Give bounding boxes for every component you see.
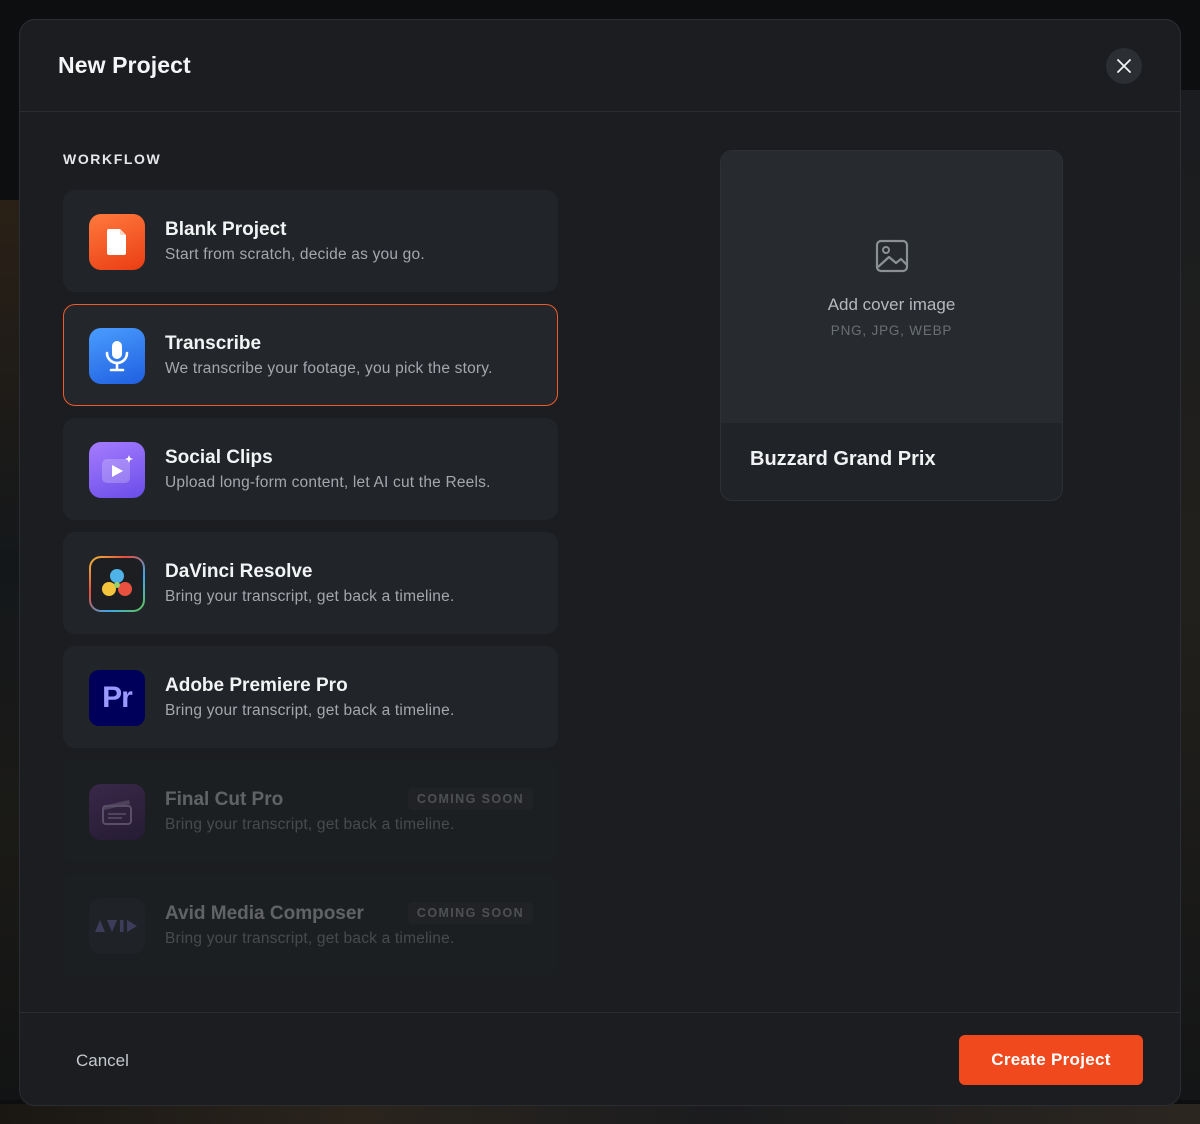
workflow-title: Social Clips [165, 447, 273, 468]
cancel-button[interactable]: Cancel [76, 1051, 129, 1071]
project-name[interactable]: Buzzard Grand Prix [750, 448, 936, 471]
image-icon [875, 239, 909, 273]
workflow-description: We transcribe your footage, you pick the… [165, 360, 493, 377]
workflow-title: Blank Project [165, 219, 287, 240]
new-project-modal: New Project WORKFLOW Blank Project Start… [19, 19, 1181, 1106]
workflow-title: Adobe Premiere Pro [165, 675, 348, 696]
cover-image-label: Add cover image [827, 295, 956, 314]
workflow-description: Bring your transcript, get back a timeli… [165, 816, 455, 833]
workflow-item-transcribe[interactable]: Transcribe We transcribe your footage, y… [63, 304, 558, 406]
modal-header: New Project [20, 20, 1180, 112]
workflow-item-premiere-pro[interactable]: Pr Adobe Premiere Pro Bring your transcr… [63, 646, 558, 748]
workflow-description: Start from scratch, decide as you go. [165, 246, 425, 263]
create-project-button[interactable]: Create Project [959, 1035, 1143, 1085]
workflow-list: Blank Project Start from scratch, decide… [63, 190, 558, 988]
modal-title: New Project [58, 52, 191, 78]
microphone-icon [89, 328, 145, 384]
coming-soon-badge: COMING SOON [407, 902, 533, 924]
davinci-resolve-icon [89, 556, 145, 612]
section-label: WORKFLOW [63, 151, 162, 167]
close-button[interactable] [1106, 48, 1142, 84]
play-sparkle-icon [89, 442, 145, 498]
modal-footer: Cancel Create Project [20, 1012, 1180, 1105]
workflow-item-final-cut-pro: Final Cut Pro Bring your transcript, get… [63, 760, 558, 862]
coming-soon-badge: COMING SOON [407, 788, 533, 810]
premiere-pro-icon: Pr [89, 670, 145, 726]
backdrop-left [0, 200, 20, 1100]
workflow-item-social-clips[interactable]: Social Clips Upload long-form content, l… [63, 418, 558, 520]
cover-image-formats: PNG, JPG, WEBP [830, 323, 953, 338]
backdrop-bottom [0, 1104, 1200, 1124]
avid-icon [89, 898, 145, 954]
workflow-item-davinci-resolve[interactable]: DaVinci Resolve Bring your transcript, g… [63, 532, 558, 634]
workflow-title: Transcribe [165, 333, 262, 354]
backdrop-right [1180, 90, 1200, 1100]
project-cover-card: Add cover image PNG, JPG, WEBP Buzzard G… [720, 150, 1063, 501]
close-icon [1117, 59, 1131, 73]
workflow-description: Bring your transcript, get back a timeli… [165, 930, 455, 947]
workflow-title: Final Cut Pro [165, 789, 284, 810]
workflow-title: Avid Media Composer [165, 903, 364, 924]
blank-document-icon [89, 214, 145, 270]
workflow-description: Bring your transcript, get back a timeli… [165, 702, 455, 719]
workflow-title: DaVinci Resolve [165, 561, 313, 582]
workflow-item-avid-media-composer: Avid Media Composer Bring your transcrip… [63, 874, 558, 976]
workflow-description: Bring your transcript, get back a timeli… [165, 588, 455, 605]
final-cut-pro-icon [89, 784, 145, 840]
cover-image-dropzone[interactable]: Add cover image PNG, JPG, WEBP [721, 151, 1062, 423]
workflow-item-blank-project[interactable]: Blank Project Start from scratch, decide… [63, 190, 558, 292]
workflow-description: Upload long-form content, let AI cut the… [165, 474, 491, 491]
